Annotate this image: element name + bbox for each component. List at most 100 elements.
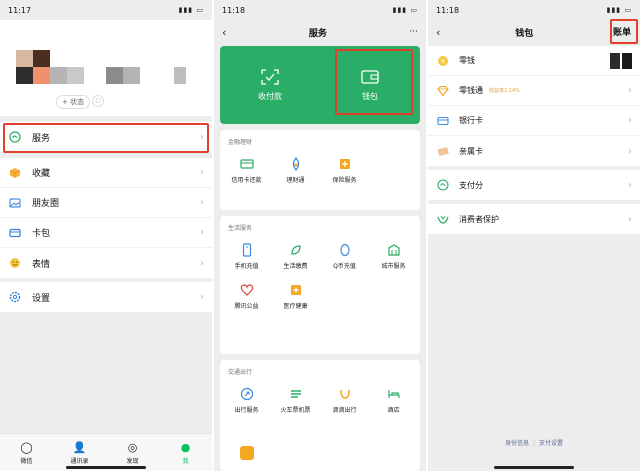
tab-chats[interactable]: ◯ 微信 [0, 434, 53, 471]
wallet-item-change[interactable]: ¥ 零钱 [428, 46, 640, 76]
status-time: 11:18 [436, 5, 460, 15]
status-chip[interactable]: + 状态 [56, 95, 91, 109]
credit-card-repay[interactable]: 信用卡还款 [222, 150, 271, 190]
city-services[interactable]: 城市服务 [369, 236, 418, 276]
profile-header[interactable]: + 状态 ◌ [0, 20, 212, 116]
wallet-item-consumer-protection[interactable]: 消费者保护 › [428, 204, 640, 234]
medical-cross-icon [290, 284, 301, 295]
blurred-balance-2 [622, 52, 632, 69]
shield-hands-icon [436, 213, 449, 226]
chevron-right-icon: › [628, 85, 632, 96]
wallet-item-bank-card[interactable]: 银行卡 › [428, 106, 640, 136]
train-icon [290, 389, 301, 398]
menu-item-settings[interactable]: 设置 › [0, 282, 212, 312]
chevron-right-icon: › [200, 291, 204, 303]
menu-item-favorites[interactable]: 收藏 › [0, 158, 212, 188]
moments-photo-icon [8, 196, 22, 210]
more-icon[interactable]: ··· [409, 27, 418, 37]
wallet-item-family-card[interactable]: 亲属卡 › [428, 136, 640, 166]
gear-icon [8, 290, 22, 304]
menu-item-cards[interactable]: 卡包 › [0, 218, 212, 248]
identity-info-link[interactable]: 身份信息 [505, 440, 529, 447]
wealth-management[interactable]: 理财通 [271, 150, 320, 190]
menu-item-label: 卡包 [32, 229, 51, 239]
screen-me: 11:17 ▮▮▮ ▭ + 状态 ◌ 服务 › 收藏 › 朋友圈 › 卡包 › … [0, 0, 212, 471]
pay-settings-link[interactable]: 支付设置 [539, 440, 563, 447]
menu-item-moments[interactable]: 朋友圈 › [0, 188, 212, 218]
status-refresh-icon[interactable]: ◌ [92, 95, 104, 107]
favorites-cube-icon [8, 166, 22, 180]
menu-item-label: 收藏 [32, 169, 51, 179]
person-icon: ● [180, 440, 191, 454]
travel-section: 交通出行 出行服务 火车票机票 滴滴出行 酒店 [220, 360, 420, 471]
pay-receive-button[interactable]: 收付款 [220, 46, 320, 124]
chevron-right-icon: › [200, 257, 204, 269]
penguin-icon [339, 243, 350, 256]
signal-battery-icon: ▮▮▮ ▭ [606, 6, 632, 14]
insurance-service[interactable]: 保险服务 [320, 150, 369, 190]
page-title: 服务 [308, 28, 327, 39]
mobile-topup[interactable]: 手机充值 [222, 236, 271, 276]
status-time: 11:17 [8, 5, 32, 15]
yield-note: 收益率2.14% [489, 88, 520, 94]
page-title: 钱包 [515, 28, 534, 39]
wallet-group-protection: 消费者保护 › [428, 204, 640, 234]
heart-icon [240, 283, 253, 296]
finance-section: 金融理财 信用卡还款 理财通 保险服务 [220, 130, 420, 210]
section-title: 金融理财 [228, 139, 253, 146]
chevron-right-icon: › [628, 213, 632, 225]
more-service-icon[interactable] [240, 446, 254, 460]
chevron-right-icon: › [200, 227, 204, 238]
insurance-icon [339, 158, 350, 169]
hotel[interactable]: 酒店 [369, 380, 418, 420]
chevron-right-icon: › [200, 167, 204, 178]
chevron-right-icon: › [628, 115, 632, 126]
didi-icon [339, 389, 350, 399]
coin-icon: ¥ [436, 54, 449, 67]
status-bar: 11:18 ▮▮▮ ▭ [214, 0, 426, 20]
footer-links: 身份信息 | 支付设置 [504, 440, 564, 447]
life-section: 生活服务 手机充值 生活缴费 Q币充值 城市服务 腾讯公益 医疗健康 [220, 216, 420, 354]
phone-icon [242, 242, 251, 257]
ride-services[interactable]: 出行服务 [222, 380, 271, 420]
highlight-services [3, 123, 209, 153]
home-indicator [66, 466, 146, 469]
status-time: 11:18 [222, 5, 246, 15]
leaf-icon [290, 244, 301, 255]
signal-battery-icon: ▮▮▮ ▭ [392, 6, 418, 14]
bed-icon [387, 389, 400, 398]
utility-payment[interactable]: 生活缴费 [271, 236, 320, 276]
menu-group-main: 收藏 › 朋友圈 › 卡包 › 表情 › [0, 158, 212, 278]
credit-card-icon [239, 158, 254, 169]
menu-item-label: 表情 [32, 259, 51, 270]
chevron-right-icon: › [200, 197, 204, 208]
wallet-item-pay-score[interactable]: 支付分 › [428, 170, 640, 200]
scan-check-icon [261, 68, 279, 85]
signal-battery-icon: ▮▮▮ ▭ [178, 6, 204, 14]
menu-item-stickers[interactable]: 表情 › [0, 248, 212, 278]
svg-text:¥: ¥ [441, 58, 445, 65]
medical-health[interactable]: 医疗健康 [271, 276, 320, 316]
navigation-arrow-icon [240, 387, 253, 400]
status-bar: 11:17 ▮▮▮ ▭ [0, 0, 212, 20]
smiley-icon [8, 256, 22, 270]
highlight-bill [610, 19, 638, 44]
diamond-icon [436, 84, 449, 97]
section-title: 交通出行 [228, 369, 253, 376]
didi-ride[interactable]: 滴滴出行 [320, 380, 369, 420]
chevron-right-icon: › [628, 145, 632, 157]
wallet-item-change-plus[interactable]: 零钱通 收益率2.14% › [428, 76, 640, 106]
back-icon[interactable]: ‹ [222, 26, 226, 39]
tab-me[interactable]: ● 我 [159, 434, 212, 471]
screen-wallet: 11:18 ▮▮▮ ▭ ‹ 钱包 账单 ¥ 零钱 零钱通 收益率2.14% › … [428, 0, 640, 471]
wallet-group-main: ¥ 零钱 零钱通 收益率2.14% › 银行卡 › 亲属卡 › [428, 46, 640, 166]
train-flight-tickets[interactable]: 火车票机票 [271, 380, 320, 420]
qcoin-topup[interactable]: Q币充值 [320, 236, 369, 276]
tencent-charity[interactable]: 腾讯公益 [222, 276, 271, 316]
chevron-right-icon: › [628, 179, 632, 191]
back-icon[interactable]: ‹ [436, 26, 440, 39]
screen-services: 11:18 ▮▮▮ ▭ ‹ 服务 ··· 收付款 钱包 金融理财 信用卡还款 理… [214, 0, 426, 471]
menu-item-label: 设置 [32, 293, 51, 304]
bank-card-icon [436, 114, 449, 127]
nav-bar: ‹ 服务 ··· [214, 20, 426, 44]
